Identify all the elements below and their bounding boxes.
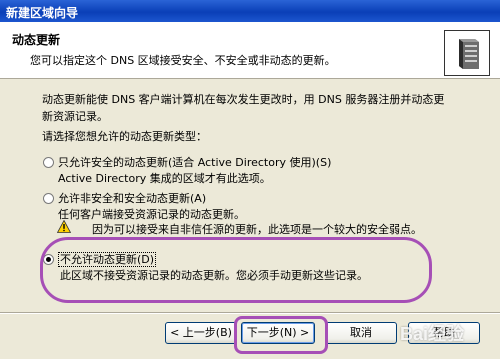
highlight-annotation-next <box>234 316 328 354</box>
option-secure-and-nonsecure-desc: 任何客户端接受资源记录的动态更新。 <box>58 208 245 221</box>
intro-text: 动态更新能使 DNS 客户端计算机在每次发生更改时，用 DNS 服务器注册并动态… <box>42 91 444 125</box>
radio-secure-only[interactable] <box>43 157 54 168</box>
radio-secure-and-nonsecure[interactable] <box>43 193 54 204</box>
title-bar[interactable]: 新建区域向导 <box>0 0 500 22</box>
back-button[interactable]: < 上一步(B) <box>165 322 237 344</box>
page-title: 动态更新 <box>12 33 61 47</box>
intro-line-2: 新资源记录。 <box>42 110 108 123</box>
page-subtitle: 您可以指定这个 DNS 区域接受安全、不安全或非动态的更新。 <box>30 54 336 67</box>
watermark-logo: Bai经验 <box>400 324 465 344</box>
button-separator <box>0 312 500 314</box>
window-title: 新建区域向导 <box>6 6 79 20</box>
option-secure-and-nonsecure-warning: 因为可以接受来自非信任源的更新，此选项是一个较大的安全弱点。 <box>92 223 422 236</box>
server-icon <box>444 30 490 76</box>
options-prompt: 请选择您想允许的动态更新类型： <box>42 130 207 143</box>
warning-icon <box>57 220 71 233</box>
option-secure-only-label[interactable]: 只允许安全的动态更新(适合 Active Directory 使用)(S) <box>58 154 331 170</box>
wizard-header: 动态更新 您可以指定这个 DNS 区域接受安全、不安全或非动态的更新。 <box>0 22 500 79</box>
cancel-button[interactable]: 取消 <box>325 322 397 344</box>
option-secure-and-nonsecure-label[interactable]: 允许非安全和安全动态更新(A) <box>58 190 206 206</box>
option-secure-only-desc: Active Directory 集成的区域才有此选项。 <box>58 172 271 185</box>
highlight-annotation-option <box>40 237 432 303</box>
intro-line-1: 动态更新能使 DNS 客户端计算机在每次发生更改时，用 DNS 服务器注册并动态… <box>42 93 445 106</box>
